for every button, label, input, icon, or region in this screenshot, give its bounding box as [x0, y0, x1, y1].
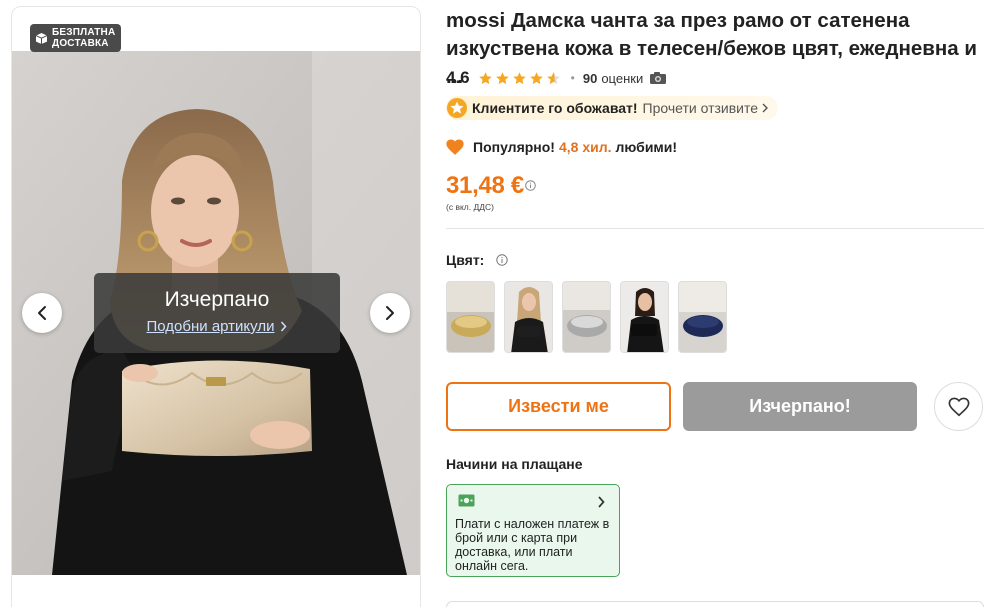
- star-icon: [495, 71, 509, 84]
- chevron-right-icon: [598, 496, 605, 508]
- payment-description: Плати с наложен платеж в брой или с карт…: [455, 517, 610, 573]
- customers-love-banner[interactable]: Клиентите го обожават! Прочети отзивите: [446, 96, 779, 120]
- reviews-count: 90: [582, 70, 598, 86]
- star-icon: [478, 71, 492, 84]
- color-swatch-gold[interactable]: [446, 281, 495, 353]
- gallery-next-button[interactable]: [370, 293, 410, 333]
- badge-line-1: БЕЗПЛАТНА: [52, 27, 116, 38]
- separator-dot: •: [570, 71, 575, 85]
- love-strong-text: Клиентите го обожават!: [472, 100, 638, 116]
- chevron-right-icon: [281, 321, 287, 332]
- reviews-label: оценки: [601, 70, 644, 86]
- sold-out-button[interactable]: Изчерпано!: [683, 382, 917, 431]
- half-star-icon: [546, 71, 560, 84]
- free-delivery-badge: БЕЗПЛАТНА ДОСТАВКА: [30, 24, 122, 52]
- read-reviews-link[interactable]: Прочети отзивите: [643, 100, 759, 116]
- color-swatch-black-model[interactable]: [620, 281, 669, 353]
- heart-outline-icon: [948, 397, 969, 416]
- color-swatch-silver[interactable]: [562, 281, 611, 353]
- color-label: Цвят:: [446, 252, 485, 268]
- camera-icon: [650, 72, 667, 84]
- color-swatches: [446, 281, 727, 353]
- vat-note: (с вкл. ДДС): [446, 202, 494, 212]
- divider: [446, 228, 984, 229]
- favorites-count: 4,8 хил.: [558, 139, 612, 155]
- gallery-prev-button[interactable]: [22, 293, 62, 333]
- info-icon[interactable]: [496, 254, 508, 266]
- next-section-card: [446, 601, 984, 607]
- rating-stars: [478, 71, 561, 86]
- popular-label: Популярно!: [473, 139, 555, 155]
- heart-icon: [446, 139, 464, 155]
- info-icon[interactable]: [525, 180, 536, 191]
- similar-items-label: Подобни артикули: [146, 318, 275, 335]
- rating-score: 4.6: [446, 68, 470, 87]
- rating-row[interactable]: 4.6 • 90 оценки: [446, 68, 667, 88]
- notify-me-button[interactable]: Извести ме: [446, 382, 671, 431]
- star-badge-icon: [447, 98, 467, 118]
- brand-name[interactable]: mossi: [446, 9, 505, 32]
- product-gallery: БЕЗПЛАТНА ДОСТАВКА Изчерпано Подобни арт…: [11, 6, 421, 607]
- payment-method-card[interactable]: Плати с наложен платеж в брой или с карт…: [446, 484, 620, 577]
- chevron-left-icon: [38, 306, 46, 320]
- cash-icon: [458, 494, 475, 507]
- favorite-button[interactable]: [934, 382, 983, 431]
- soldout-overlay: Изчерпано Подобни артикули: [94, 273, 340, 353]
- chevron-right-icon: [762, 103, 769, 113]
- badge-line-2: ДОСТАВКА: [52, 38, 109, 49]
- similar-items-link[interactable]: Подобни артикули: [147, 318, 288, 335]
- star-icon: [512, 71, 526, 84]
- color-swatch-beige-model[interactable]: [504, 281, 553, 353]
- star-icon: [529, 71, 543, 84]
- payment-methods-title: Начини на плащане: [446, 456, 583, 472]
- chevron-right-icon: [386, 306, 394, 320]
- popularity-note: Популярно! 4,8 хил. любими!: [446, 139, 677, 155]
- soldout-overlay-title: Изчерпано: [164, 288, 270, 311]
- package-icon: [35, 32, 48, 44]
- favorites-label: любими!: [615, 139, 678, 155]
- product-price: 31,48 €: [446, 172, 524, 199]
- color-swatch-navy[interactable]: [678, 281, 727, 353]
